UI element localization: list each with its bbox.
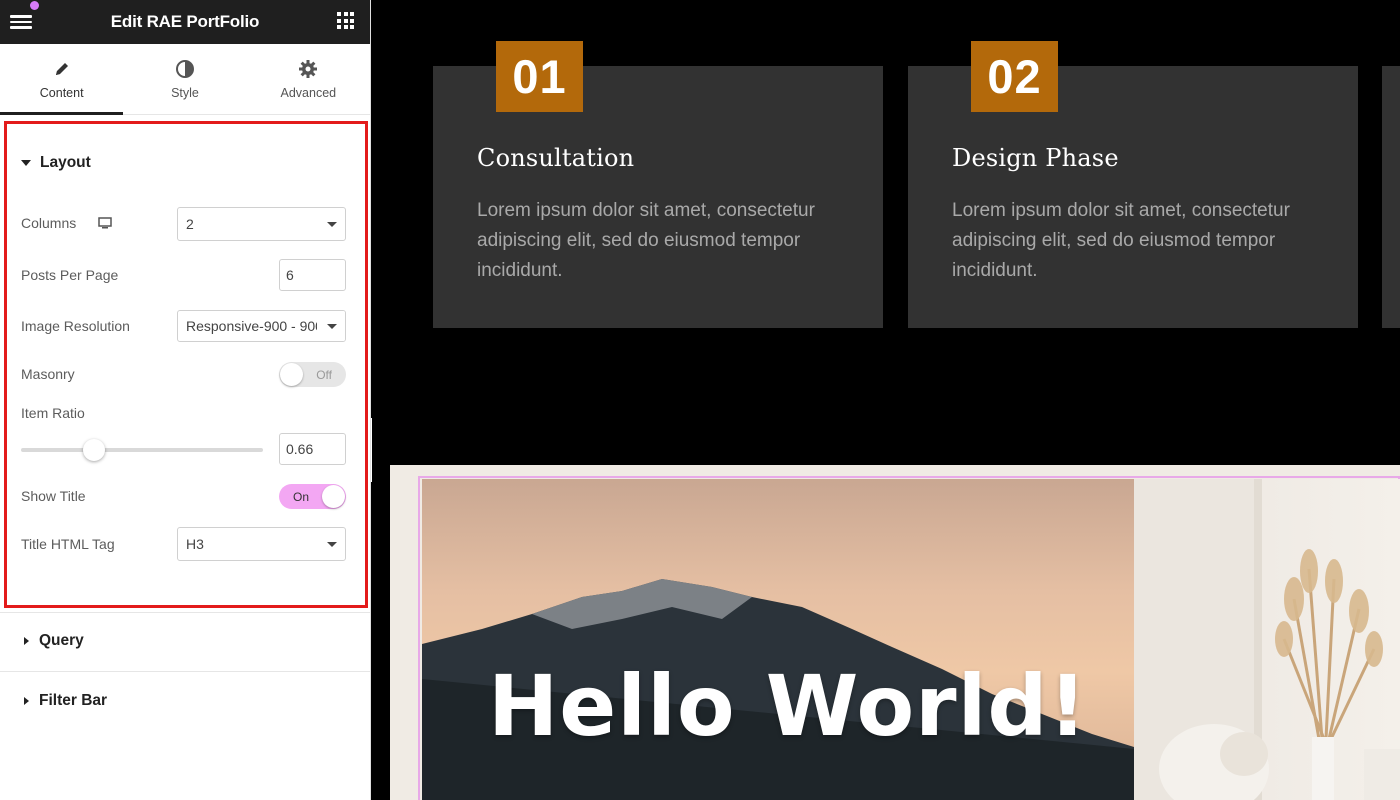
title-html-tag-value: H3 bbox=[186, 536, 204, 552]
posts-per-page-input[interactable]: 6 bbox=[279, 259, 346, 291]
image-resolution-select[interactable]: Responsive-900 - 900 bbox=[177, 310, 346, 342]
title-html-tag-select[interactable]: H3 bbox=[177, 527, 346, 561]
slider-handle[interactable] bbox=[82, 439, 105, 461]
tab-style[interactable]: Style bbox=[123, 44, 246, 114]
filter-bar-section-toggle[interactable]: Filter Bar bbox=[21, 692, 107, 710]
image-resolution-label: Image Resolution bbox=[21, 318, 130, 334]
query-section-toggle[interactable]: Query bbox=[21, 632, 84, 650]
process-card[interactable]: 01 Consultation Lorem ipsum dolor sit am… bbox=[433, 41, 883, 328]
portfolio-image-mountain[interactable]: Hello World! bbox=[422, 479, 1134, 800]
tab-content[interactable]: Content bbox=[0, 44, 124, 115]
caret-right-icon bbox=[24, 637, 29, 645]
chevron-down-icon bbox=[327, 324, 337, 329]
show-title-toggle[interactable]: On bbox=[279, 484, 346, 509]
notification-dot bbox=[30, 1, 39, 10]
item-ratio-input[interactable]: 0.66 bbox=[279, 433, 346, 465]
masonry-label: Masonry bbox=[21, 366, 75, 382]
columns-value: 2 bbox=[186, 216, 194, 232]
desktop-icon[interactable] bbox=[98, 216, 112, 232]
columns-label: Columns bbox=[21, 215, 112, 232]
columns-select[interactable]: 2 bbox=[177, 207, 346, 241]
editor-panel: Edit RAE PortFolio Content Style Advance… bbox=[0, 0, 371, 800]
process-card[interactable]: 02 Design Phase Lorem ipsum dolor sit am… bbox=[908, 41, 1358, 328]
image-resolution-value: Responsive-900 - 900 bbox=[186, 318, 323, 334]
posts-per-page-label: Posts Per Page bbox=[21, 267, 119, 283]
masonry-state: Off bbox=[316, 368, 332, 382]
card-text: Lorem ipsum dolor sit amet, consectetur … bbox=[477, 200, 815, 281]
pencil-icon bbox=[0, 58, 123, 80]
query-section-title: Query bbox=[39, 632, 84, 649]
title-html-tag-label: Title HTML Tag bbox=[21, 536, 115, 552]
toggle-knob bbox=[280, 363, 303, 386]
item-ratio-label: Item Ratio bbox=[21, 405, 85, 421]
widgets-grid-icon[interactable] bbox=[337, 12, 354, 29]
half-circle-icon bbox=[123, 58, 246, 80]
tab-content-label: Content bbox=[39, 86, 84, 100]
show-title-state: On bbox=[293, 490, 310, 504]
hamburger-menu-icon[interactable] bbox=[10, 12, 32, 30]
process-card-partial bbox=[1382, 66, 1400, 328]
editor-header: Edit RAE PortFolio bbox=[0, 0, 370, 44]
card-text: Lorem ipsum dolor sit amet, consectetur … bbox=[952, 200, 1290, 281]
caret-right-icon bbox=[24, 697, 29, 705]
editor-title: Edit RAE PortFolio bbox=[110, 12, 260, 31]
columns-label-text: Columns bbox=[21, 215, 77, 231]
panel-tabs: Content Style Advanced bbox=[0, 44, 370, 115]
gear-icon bbox=[247, 58, 370, 80]
layout-section-toggle[interactable]: Layout bbox=[21, 154, 91, 172]
divider bbox=[0, 671, 370, 672]
layout-section-title: Layout bbox=[40, 154, 91, 171]
card-title: Design Phase bbox=[952, 144, 1119, 172]
step-number-badge: 01 bbox=[496, 41, 583, 112]
tab-advanced-label: Advanced bbox=[280, 86, 337, 100]
card-title: Consultation bbox=[477, 144, 635, 172]
tab-style-label: Style bbox=[171, 86, 199, 100]
show-title-label: Show Title bbox=[21, 488, 86, 504]
hero-text: Hello World! bbox=[488, 657, 1088, 755]
interior-illustration bbox=[1134, 479, 1400, 800]
filter-bar-section-title: Filter Bar bbox=[39, 692, 108, 709]
divider bbox=[0, 612, 370, 613]
preview-canvas: 01 Consultation Lorem ipsum dolor sit am… bbox=[372, 0, 1400, 800]
chevron-down-icon bbox=[327, 542, 337, 547]
step-number-badge: 02 bbox=[971, 41, 1058, 112]
item-ratio-slider[interactable] bbox=[21, 439, 263, 461]
portfolio-image-interior[interactable] bbox=[1134, 479, 1400, 800]
chevron-down-icon bbox=[327, 222, 337, 227]
masonry-toggle[interactable]: Off bbox=[279, 362, 346, 387]
caret-down-icon bbox=[21, 160, 31, 166]
tab-advanced[interactable]: Advanced bbox=[247, 44, 370, 114]
toggle-knob bbox=[322, 485, 345, 508]
